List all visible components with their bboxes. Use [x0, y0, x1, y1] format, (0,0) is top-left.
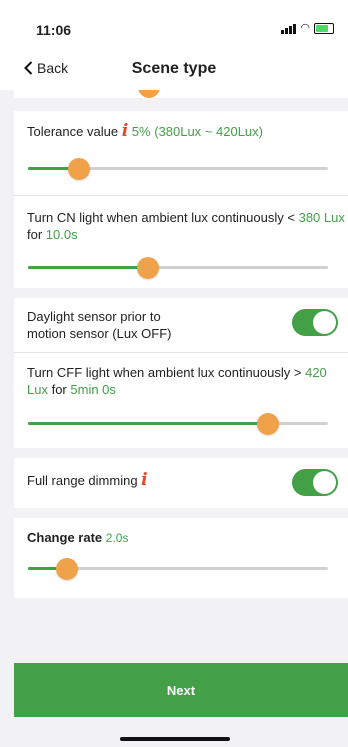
tolerance-range: (380Lux ~ 420Lux) [154, 124, 263, 139]
on-light-prefix: Turn CN light when ambient lux continuou… [27, 210, 295, 225]
tolerance-row: Tolerance value i 5% (380Lux ~ 420Lux) [27, 123, 263, 140]
full-range-toggle[interactable] [292, 469, 338, 496]
on-light-slider[interactable] [28, 257, 328, 279]
lux-settings-card: Tolerance value i 5% (380Lux ~ 420Lux) T… [14, 111, 348, 288]
daylight-label-line2: motion sensor (Lux OFF) [27, 326, 172, 341]
divider [14, 352, 348, 353]
off-light-duration: 5min 0s [70, 382, 116, 397]
tolerance-percent: 5% [131, 124, 151, 139]
off-light-prefix: Turn CFF light when ambient lux continuo… [27, 365, 302, 380]
on-light-text: Turn CN light when ambient lux continuou… [27, 209, 347, 243]
slider-thumb[interactable] [138, 90, 160, 98]
daylight-card: Daylight sensor prior to motion sensor (… [14, 298, 348, 448]
info-icon[interactable]: i [122, 121, 128, 141]
signal-icon [281, 23, 297, 34]
slider-thumb[interactable] [56, 558, 78, 580]
daylight-toggle[interactable] [292, 309, 338, 336]
tolerance-label: Tolerance value [27, 124, 119, 139]
next-button[interactable]: Next [14, 663, 348, 717]
off-light-text: Turn CFF light when ambient lux continuo… [27, 364, 347, 398]
slider-thumb[interactable] [137, 257, 159, 279]
off-light-lux: 420 [305, 365, 327, 380]
change-rate-value: 2.0s [105, 531, 129, 545]
home-indicator [120, 737, 230, 741]
change-rate-card: Change rate 2.0s [14, 518, 348, 598]
change-rate-label: Change rate [27, 530, 103, 545]
on-light-lux: 380 [298, 210, 321, 225]
daylight-label: Daylight sensor prior to motion sensor (… [27, 308, 172, 342]
page-title: Scene type [131, 60, 217, 77]
divider [14, 195, 348, 196]
nav-bar: Back Scene type [0, 50, 348, 90]
full-range-row: Full range dimming i [27, 472, 148, 489]
full-range-label: Full range dimming [27, 473, 138, 488]
status-bar: 11:06 ◠ [0, 0, 348, 50]
wifi-icon: ◠ [300, 22, 310, 34]
off-light-for: for [51, 382, 67, 397]
on-light-duration: 10.0s [45, 227, 78, 242]
on-light-for: for [27, 227, 43, 242]
tolerance-slider[interactable] [28, 158, 328, 180]
battery-icon [314, 23, 334, 34]
change-rate-slider[interactable] [28, 558, 328, 580]
status-icons: ◠ [281, 23, 334, 34]
daylight-label-line1: Daylight sensor prior to [27, 309, 161, 324]
status-time: 11:06 [36, 22, 72, 38]
slider-thumb[interactable] [257, 413, 279, 435]
off-light-slider[interactable] [28, 413, 328, 435]
change-rate-row: Change rate 2.0s [27, 529, 128, 547]
full-range-card: Full range dimming i [14, 458, 348, 508]
slider-thumb[interactable] [68, 158, 90, 180]
info-icon[interactable]: i [141, 470, 147, 490]
on-light-unit: Lux [323, 210, 345, 225]
off-light-unit: Lux [27, 382, 48, 397]
previous-section-peek [14, 90, 348, 98]
